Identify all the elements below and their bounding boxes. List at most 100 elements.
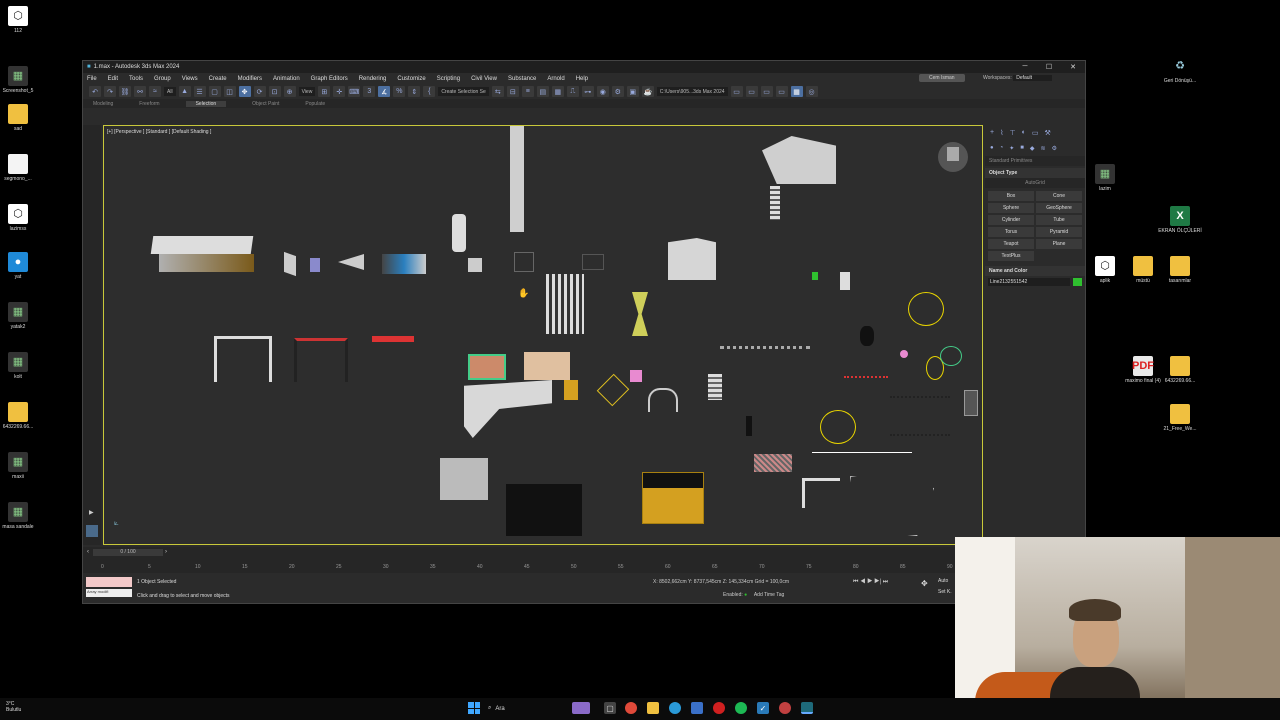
menu-animation[interactable]: Animation (273, 76, 300, 82)
desktop-icon[interactable]: ⬡ lazimss (0, 204, 41, 232)
undo-icon[interactable]: ↶ (89, 86, 101, 97)
move-icon[interactable]: ✥ (238, 86, 251, 97)
scene-object-sofa-base[interactable] (159, 254, 254, 272)
scene-object-block[interactable] (468, 258, 482, 272)
scene-object-arch[interactable] (648, 388, 678, 412)
scene-object-curved-wall[interactable] (464, 380, 552, 438)
primitive-category-dropdown[interactable]: Standard Primitives (985, 156, 1085, 166)
menu-group[interactable]: Group (154, 76, 171, 82)
scene-object-wire-sphere-2[interactable] (820, 410, 856, 444)
minimize-button[interactable]: ─ (1013, 63, 1037, 71)
save-file-icon[interactable]: ▭ (745, 86, 758, 97)
tube-button[interactable]: Tube (1036, 215, 1082, 225)
close-button[interactable]: ✕ (1061, 63, 1085, 71)
bind-space-warp-icon[interactable]: ≈ (149, 86, 161, 97)
pivot-center-icon[interactable]: ⊞ (318, 86, 331, 97)
spinner-snap-icon[interactable]: ⇕ (408, 86, 421, 97)
angle-snap-icon[interactable]: ∡ (378, 86, 391, 97)
menu-customize[interactable]: Customize (397, 76, 425, 82)
material-editor-icon[interactable]: ◉ (596, 86, 609, 97)
textplus-button[interactable]: TextPlus (988, 251, 1034, 261)
3dsmax-taskbar-icon[interactable] (801, 702, 813, 714)
scene-object-panel[interactable] (668, 238, 716, 280)
desktop-icon[interactable]: ♻ Geri Dönüşü... (1157, 56, 1203, 85)
scene-object-light-line[interactable] (812, 452, 912, 453)
menu-help[interactable]: Help (576, 76, 588, 82)
menu-create[interactable]: Create (209, 76, 227, 82)
ribbon-tab-object-paint[interactable]: Object Paint (252, 101, 279, 107)
arnold-icon[interactable]: ◎ (805, 86, 818, 97)
coord-x[interactable]: X: 8502,662cm (653, 579, 687, 585)
cameras-icon[interactable]: ■ (1020, 145, 1024, 152)
desktop-icon[interactable]: ▦ maxii (0, 452, 41, 480)
shapes-icon[interactable]: ◔ (1000, 145, 1004, 152)
ribbon-tab-selection[interactable]: Selection (185, 100, 227, 107)
play-small-icon[interactable]: ▶ (89, 509, 94, 516)
start-icon[interactable] (468, 702, 480, 714)
scene-object-item[interactable] (310, 258, 320, 272)
plane-button[interactable]: Plane (1036, 239, 1082, 249)
menu-tools[interactable]: Tools (129, 76, 143, 82)
percent-snap-icon[interactable]: % (393, 86, 406, 97)
select-object-icon[interactable]: ▲ (178, 86, 191, 97)
scene-object-column[interactable] (452, 214, 466, 252)
opera-icon[interactable] (713, 702, 725, 714)
scene-object-rug[interactable] (754, 454, 792, 472)
scene-object-tower[interactable] (708, 374, 722, 400)
scene-object-white-chair[interactable] (840, 272, 850, 290)
mirror-icon[interactable]: ⇆ (491, 86, 504, 97)
desktop-icon[interactable]: 6432269.66... (1157, 356, 1203, 384)
unlink-icon[interactable]: ⚯ (134, 86, 146, 97)
scene-object-black-stool[interactable] (860, 326, 874, 346)
prev-frame-icon[interactable]: ◀ (860, 579, 865, 585)
desktop-icon[interactable]: X EKRAN ÖLÇÜLERİ (1157, 206, 1203, 234)
desktop-icon[interactable]: ▦ masa sandale (0, 502, 41, 530)
ribbon-tab-modeling[interactable]: Modeling (93, 101, 113, 107)
chrome-icon[interactable] (625, 702, 637, 714)
scene-object-red-desk[interactable] (294, 338, 348, 382)
viewport-layout-tab[interactable] (86, 525, 98, 537)
torus-button[interactable]: Torus (988, 227, 1034, 237)
project-folder-dropdown[interactable]: C:\Users\905...3ds Max 2024 (656, 87, 728, 96)
spotify-icon[interactable] (735, 702, 747, 714)
scene-object-green-plant[interactable] (940, 346, 962, 366)
scene-object-red-dots[interactable] (844, 376, 888, 384)
taskbar-search[interactable]: ⌕ Ara (488, 702, 558, 715)
render-icon[interactable]: ☕ (641, 86, 654, 97)
viewcube[interactable] (938, 142, 968, 172)
geosphere-button[interactable]: GeoSphere (1036, 203, 1082, 213)
scene-object-white-frame[interactable] (802, 478, 840, 508)
systems-icon[interactable]: ⚙ (1052, 145, 1057, 152)
desktop-icon[interactable]: segmono_... (0, 154, 41, 182)
lights-icon[interactable]: ✦ (1009, 145, 1014, 152)
desktop-icon[interactable]: tasarımlar (1157, 256, 1203, 284)
scene-object-curtain[interactable] (546, 274, 584, 334)
menu-civil-view[interactable]: Civil View (471, 76, 497, 82)
scene-object-chair[interactable] (284, 251, 296, 277)
scene-object-furniture-row[interactable] (720, 346, 810, 356)
menu-rendering[interactable]: Rendering (359, 76, 387, 82)
viewport-layout-icon[interactable]: ▦ (790, 86, 803, 97)
geometry-icon[interactable]: ● (990, 145, 994, 152)
scene-object-staircase[interactable] (770, 186, 780, 220)
coord-y[interactable]: Y: 8737,545cm (688, 579, 721, 585)
scene-object-dark-cluster[interactable] (890, 396, 950, 436)
time-slider[interactable]: 0 / 100 (93, 549, 163, 556)
ribbon-tab-populate[interactable]: Populate (305, 101, 325, 107)
open-file-icon[interactable]: ▭ (730, 86, 743, 97)
link-icon[interactable]: ⛓ (119, 86, 131, 97)
play-icon[interactable]: ▶ (867, 579, 872, 585)
scale-icon[interactable]: ⊡ (268, 86, 281, 97)
menu-views[interactable]: Views (182, 76, 198, 82)
schematic-view-icon[interactable]: ⊶ (581, 86, 594, 97)
scene-object-gold-box[interactable] (564, 380, 578, 400)
go-to-start-icon[interactable]: ⏮ (853, 579, 858, 585)
workspace-selector[interactable]: Workspaces: Default (983, 75, 1053, 81)
scene-object-black-box[interactable] (506, 484, 582, 536)
sphere-button[interactable]: Sphere (988, 203, 1034, 213)
desktop-icon[interactable]: sad (0, 104, 41, 132)
menu-file[interactable]: File (87, 76, 97, 82)
menu-arnold[interactable]: Arnold (547, 76, 564, 82)
desktop-icon[interactable]: ▦ yatak2 (0, 302, 41, 330)
teapot-button[interactable]: Teapot (988, 239, 1034, 249)
